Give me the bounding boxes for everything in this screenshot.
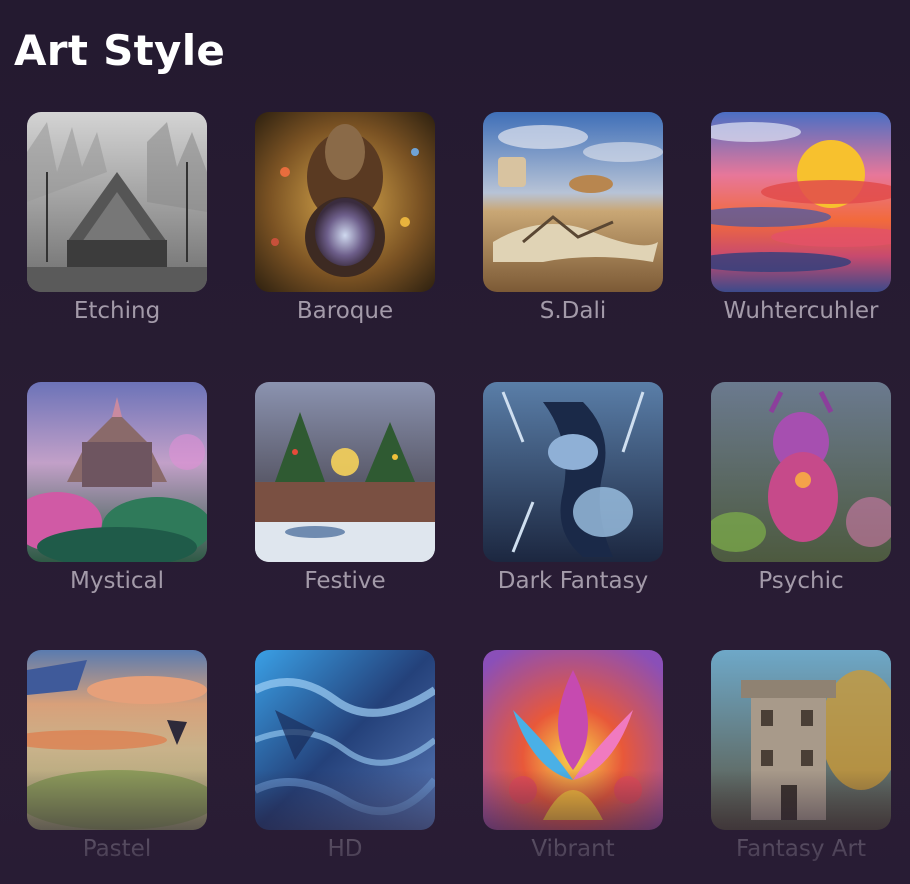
hd-thumbnail bbox=[255, 650, 435, 830]
style-label: Pastel bbox=[82, 836, 152, 862]
style-label: Festive bbox=[304, 568, 386, 594]
style-option-mystical[interactable]: Mystical bbox=[27, 382, 207, 594]
baroque-thumbnail bbox=[255, 112, 435, 292]
fantasy-art-thumbnail bbox=[711, 650, 891, 830]
etching-thumbnail bbox=[27, 112, 207, 292]
festive-thumbnail bbox=[255, 382, 435, 562]
style-option-psychic[interactable]: Psychic bbox=[711, 382, 891, 594]
vibrant-thumbnail bbox=[483, 650, 663, 830]
art-style-panel: Art Style Etching Baroque S.Dali Wuhterc… bbox=[0, 0, 910, 884]
psychic-thumbnail bbox=[711, 382, 891, 562]
s-dali-thumbnail bbox=[483, 112, 663, 292]
style-label: HD bbox=[327, 836, 363, 862]
style-option-fantasy-art[interactable]: Fantasy Art bbox=[711, 650, 891, 862]
style-option-vibrant[interactable]: Vibrant bbox=[483, 650, 663, 862]
wuhtercuhler-thumbnail bbox=[711, 112, 891, 292]
style-label: Dark Fantasy bbox=[497, 568, 649, 594]
style-label: Psychic bbox=[758, 568, 844, 594]
style-option-wuhtercuhler[interactable]: Wuhtercuhler bbox=[711, 112, 891, 324]
style-label: Vibrant bbox=[531, 836, 615, 862]
style-option-pastel[interactable]: Pastel bbox=[27, 650, 207, 862]
style-grid: Etching Baroque S.Dali Wuhtercuhler Myst… bbox=[0, 0, 910, 884]
style-label: Fantasy Art bbox=[735, 836, 866, 862]
style-option-baroque[interactable]: Baroque bbox=[255, 112, 435, 324]
style-option-etching[interactable]: Etching bbox=[27, 112, 207, 324]
style-option-festive[interactable]: Festive bbox=[255, 382, 435, 594]
pastel-thumbnail bbox=[27, 650, 207, 830]
style-option-s-dali[interactable]: S.Dali bbox=[483, 112, 663, 324]
style-option-dark-fantasy[interactable]: Dark Fantasy bbox=[483, 382, 663, 594]
style-label: Baroque bbox=[296, 298, 394, 324]
dark-fantasy-thumbnail bbox=[483, 382, 663, 562]
style-option-hd[interactable]: HD bbox=[255, 650, 435, 862]
style-label: Mystical bbox=[70, 568, 164, 594]
style-label: Wuhtercuhler bbox=[723, 298, 879, 324]
style-label: S.Dali bbox=[539, 298, 607, 324]
mystical-thumbnail bbox=[27, 382, 207, 562]
style-label: Etching bbox=[73, 298, 161, 324]
